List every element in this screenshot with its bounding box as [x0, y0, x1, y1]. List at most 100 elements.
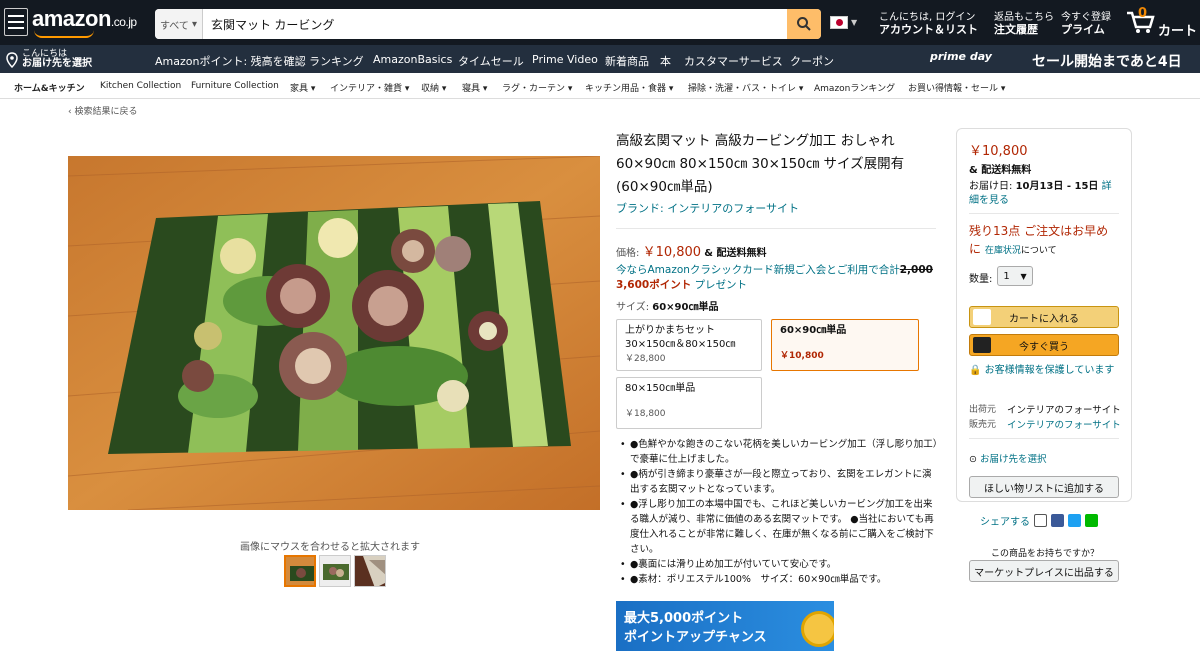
share-label: シェアする — [980, 517, 1030, 528]
japan-flag-icon[interactable] — [830, 16, 848, 29]
price-label: 価格: — [616, 248, 640, 259]
nav-new-releases[interactable]: 新着商品 — [605, 53, 649, 69]
category-storage[interactable]: 収納 ▾ — [421, 81, 446, 94]
amazon-logo[interactable]: amazon.co.jp — [32, 6, 137, 38]
hamburger-menu-icon[interactable] — [4, 8, 28, 36]
size-option-60x90[interactable]: 60×90㎝単品 ￥10,800 — [771, 319, 919, 371]
secure-link: お客様情報を保護しています — [984, 365, 1115, 376]
nav-timesale[interactable]: タイムセール — [458, 53, 524, 69]
deliver-to-selector[interactable]: こんにちは お届け先を選択 — [6, 49, 92, 69]
location-pin-icon — [6, 52, 18, 68]
delivery-label: お届け日: — [969, 181, 1013, 192]
brand-link[interactable]: ブランド: インテリアのフォーサイト — [616, 200, 799, 216]
points-up-banner[interactable]: 最大5,000ポイント ポイントアップチャンス — [616, 601, 834, 651]
thumbnail-1[interactable] — [284, 555, 316, 587]
nav-books[interactable]: 本 — [660, 53, 671, 69]
line-icon[interactable] — [1085, 514, 1098, 527]
search-icon — [797, 17, 811, 31]
zoom-hint: 画像にマウスを合わせると拡大されます — [240, 542, 420, 553]
category-home-kitchen[interactable]: ホーム&キッチン — [14, 81, 85, 94]
category-kitchenware[interactable]: キッチン用品・食器 ▾ — [585, 81, 673, 94]
option-sub: 30×150㎝＆80×150㎝ — [625, 339, 736, 350]
qty-value: 1 — [1003, 270, 1010, 282]
stock-link[interactable]: 在庫状況 — [985, 246, 1021, 256]
nav-points[interactable]: Amazonポイント: 残高を確認 — [155, 53, 306, 69]
deliver-to-link[interactable]: ⊙ お届け先を選択 — [969, 451, 1047, 465]
category-label: インテリア・雑貨 — [330, 84, 403, 94]
nav-customer-service[interactable]: カスタマーサービス — [684, 53, 783, 69]
category-label: 家具 — [290, 84, 309, 94]
category-bedding[interactable]: 寝具 ▾ — [462, 81, 487, 94]
promo-text: 今ならAmazonクラシックカード新規ご入会とご利用で合計 — [616, 264, 900, 276]
product-main-image[interactable] — [68, 156, 600, 510]
cart-label: カート — [1158, 24, 1198, 39]
buy-now-button[interactable]: 今すぐ買う — [969, 334, 1119, 356]
qty-label: 数量: — [969, 274, 993, 285]
size-option-set[interactable]: 上がりかまちセット 30×150㎝＆80×150㎝ ￥28,800 — [616, 319, 762, 371]
option-price: ￥28,800 — [625, 354, 666, 364]
category-bar: ホーム&キッチン Kitchen Collection Furniture Co… — [0, 73, 1200, 99]
search-category-label: すべて — [159, 20, 189, 32]
nav-ranking[interactable]: ランキング — [309, 53, 364, 69]
email-icon[interactable] — [1034, 514, 1047, 527]
facebook-icon[interactable] — [1051, 514, 1064, 527]
sub-nav: こんにちは お届け先を選択 Amazonポイント: 残高を確認 ランキング Ama… — [0, 45, 1200, 73]
category-label: お買い得情報・セール — [908, 84, 999, 94]
delivery-info: お届け日: 10月13日 - 15日 詳細を見る — [969, 180, 1119, 208]
product-title: 高級玄関マット 高級カービング加工 おしゃれ 60×90㎝ 80×150㎝ 30… — [616, 133, 905, 195]
thumbnail-3[interactable] — [354, 555, 386, 587]
cart-count: 0 — [1138, 6, 1148, 21]
category-ranking[interactable]: Amazonランキング — [814, 81, 895, 94]
category-label: キッチン用品・食器 — [585, 84, 667, 94]
category-label: 寝具 — [462, 84, 481, 94]
feature-bullet: ●素材：ポリエステル100% サイズ：60×90㎝単品です。 — [620, 572, 938, 587]
category-kitchen-collection[interactable]: Kitchen Collection — [100, 81, 181, 91]
sold-by-link[interactable]: インテリアのフォーサイト — [1007, 417, 1121, 431]
prime-text: プライム — [1061, 23, 1105, 36]
cart-button[interactable]: 0 カート — [1126, 6, 1197, 39]
nav-coupons[interactable]: クーポン — [790, 53, 834, 69]
nav-amazonbasics[interactable]: AmazonBasics — [373, 53, 452, 66]
search-category-dropdown[interactable]: すべて ▾ — [155, 9, 203, 39]
back-to-results-link[interactable]: ‹ 検索結果に戻る — [68, 104, 137, 117]
quantity-select[interactable]: 1 ▼ — [997, 266, 1033, 286]
account-lists: アカウント＆リスト — [879, 23, 978, 36]
prime-signup-text: 今すぐ登録 — [1061, 12, 1111, 23]
ships-from-value: インテリアのフォーサイト — [1007, 405, 1121, 416]
size-option-80x150[interactable]: 80×150㎝単品 ￥18,800 — [616, 377, 762, 429]
sale-countdown[interactable]: セール開始まであと4日 — [1032, 51, 1182, 71]
secure-transaction[interactable]: 🔒 お客様情報を保護しています — [969, 364, 1119, 378]
nav-prime-video[interactable]: Prime Video — [532, 53, 598, 66]
divider — [616, 228, 936, 229]
feature-bullet: ●浮し彫り加工の本場中国でも、これほど美しいカービング加工を出来る職人が減り、非… — [620, 497, 938, 557]
thumbnail-2[interactable] — [319, 555, 351, 587]
wishlist-button[interactable]: ほしい物リストに追加する — [969, 476, 1119, 498]
category-cleaning[interactable]: 掃除・洗濯・バス・トイレ ▾ — [688, 81, 803, 94]
category-furniture[interactable]: 家具 ▾ — [290, 81, 315, 94]
logo-text: amazon — [32, 6, 111, 31]
category-deals[interactable]: お買い得情報・セール ▾ — [908, 81, 1005, 94]
play-icon — [973, 337, 991, 353]
promo-points: 3,600ポイント — [616, 279, 692, 291]
prime-day-logo[interactable]: prime day — [930, 50, 992, 63]
add-to-cart-button[interactable]: カートに入れる — [969, 306, 1119, 328]
search-button[interactable] — [787, 9, 821, 39]
search-bar: すべて ▾ 玄関マット カービング — [155, 9, 821, 39]
account-greeting: こんにちは, ログイン — [879, 12, 976, 23]
search-input[interactable]: 玄関マット カービング — [203, 9, 787, 39]
promo-strike: 2,000 — [899, 264, 933, 276]
price-value: ￥10,800 — [642, 245, 702, 260]
category-rugs[interactable]: ラグ・カーテン ▾ — [502, 81, 572, 94]
category-interior[interactable]: インテリア・雑貨 ▾ — [330, 81, 409, 94]
sell-on-marketplace-button[interactable]: マーケットプレイスに出品する — [969, 560, 1119, 582]
twitter-icon[interactable] — [1068, 514, 1081, 527]
card-promotion[interactable]: 今ならAmazonクラシックカード新規ご入会とご利用で合計2,000 3,600… — [616, 263, 936, 293]
orders-link[interactable]: 返品もこちら 注文履歴 — [994, 12, 1054, 36]
size-value: 60×90㎝単品 — [652, 302, 719, 313]
feature-bullet: ●色鮮やかな飽きのこない花柄を美しいカービング加工（浮し彫り加工）で豪華に仕上げ… — [620, 437, 938, 467]
category-label: 掃除・洗濯・バス・トイレ — [688, 84, 797, 94]
buybox-price: ￥10,800 — [969, 144, 1028, 159]
account-menu[interactable]: こんにちは, ログイン アカウント＆リスト — [879, 12, 978, 36]
category-furniture-collection[interactable]: Furniture Collection — [191, 81, 279, 91]
prime-menu[interactable]: 今すぐ登録 プライム — [1061, 12, 1111, 36]
